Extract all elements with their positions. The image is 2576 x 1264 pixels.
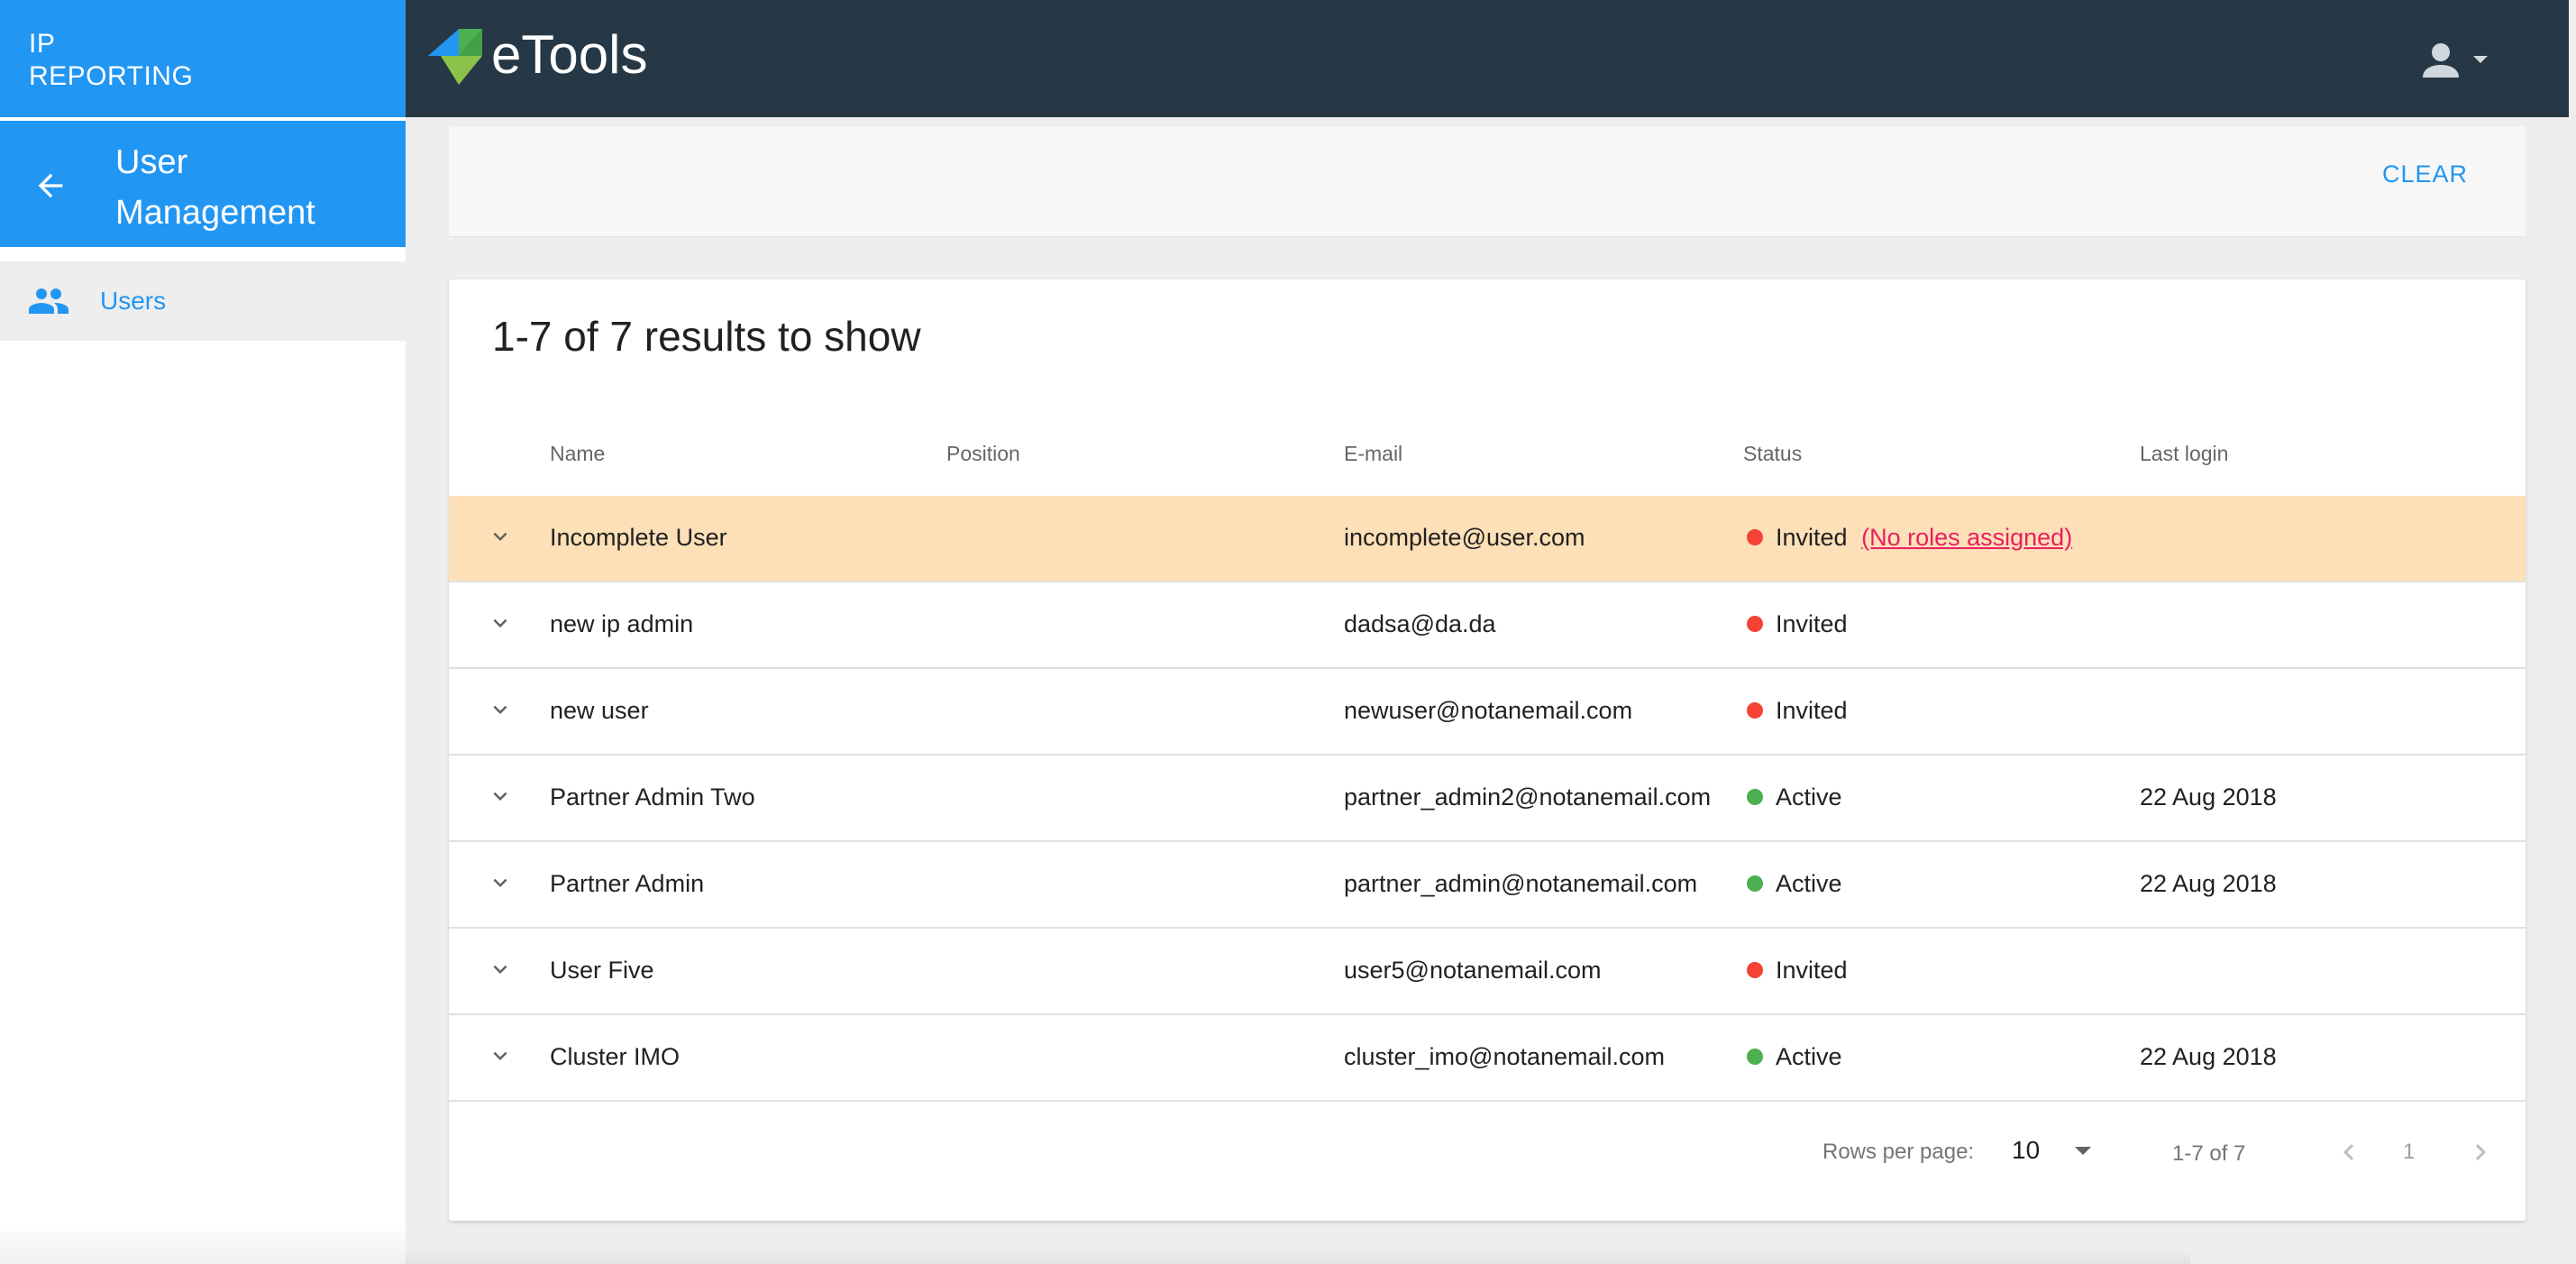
table-header: Name Position E-mail Status Last login xyxy=(449,415,2526,498)
rows-per-page-select[interactable]: 10 xyxy=(2012,1129,2102,1174)
table-row[interactable]: Incomplete User incomplete@user.com Invi… xyxy=(449,496,2526,582)
expand-chevron-icon[interactable] xyxy=(487,523,514,550)
status-dot xyxy=(1747,961,1763,978)
status-dot xyxy=(1747,1048,1763,1065)
pagination-bar: Rows per page: 10 1-7 of 7 1 xyxy=(449,1102,2526,1221)
status-cell: Invited xyxy=(1747,697,1848,725)
page-range: 1-7 of 7 xyxy=(2172,1141,2246,1166)
caret-down-icon xyxy=(2473,56,2488,63)
app-logo-text: eTools xyxy=(491,24,648,85)
next-page-button[interactable] xyxy=(2464,1134,2497,1170)
user-email: partner_admin@notanemail.com xyxy=(1344,870,1698,897)
status-dot xyxy=(1747,528,1763,545)
previous-page-button[interactable] xyxy=(2333,1134,2365,1170)
user-email: partner_admin2@notanemail.com xyxy=(1344,783,1712,811)
column-header-email[interactable]: E-mail xyxy=(1344,442,1402,466)
account-icon xyxy=(2423,43,2459,78)
user-name: new ip admin xyxy=(550,610,694,637)
status-cell: Active xyxy=(1747,870,1842,898)
status-dot xyxy=(1747,788,1763,805)
app-brand: IP REPORTING xyxy=(0,0,406,117)
rows-per-page-value: 10 xyxy=(2012,1136,2041,1164)
table-row[interactable]: Partner Admin Two partner_admin2@notanem… xyxy=(449,756,2526,842)
user-name: Incomplete User xyxy=(550,524,727,551)
expand-chevron-icon[interactable] xyxy=(487,1042,514,1069)
users-table-card: 1-7 of 7 results to show Name Position E… xyxy=(449,279,2526,1221)
sidebar-footer-shade xyxy=(0,1222,406,1264)
user-email: user5@notanemail.com xyxy=(1344,957,1602,984)
user-name: new user xyxy=(550,697,649,724)
clear-filters-button[interactable]: CLEAR xyxy=(2382,160,2468,188)
status-cell: Invited xyxy=(1747,957,1848,985)
sidebar: IP REPORTING User Management Users xyxy=(0,0,406,1264)
etools-logo-icon xyxy=(428,29,486,85)
user-email: dadsa@da.da xyxy=(1344,610,1496,637)
status-text: Invited xyxy=(1776,957,1848,984)
table-row[interactable]: Cluster IMO cluster_imo@notanemail.com A… xyxy=(449,1015,2526,1102)
section-title: User Management xyxy=(115,143,315,232)
section-header: User Management xyxy=(0,121,406,247)
status-text: Invited xyxy=(1776,524,1848,551)
sidebar-item-label: Users xyxy=(100,287,167,315)
chevron-left-icon xyxy=(2343,1144,2354,1160)
people-icon xyxy=(27,283,70,319)
status-text: Invited xyxy=(1776,697,1848,724)
column-header-position[interactable]: Position xyxy=(946,442,1020,466)
user-name: User Five xyxy=(550,957,654,984)
table-row[interactable]: new ip admin dadsa@da.da Invited xyxy=(449,582,2526,669)
last-login: 22 Aug 2018 xyxy=(2140,870,2277,897)
caret-down-icon xyxy=(2075,1147,2091,1155)
expand-chevron-icon[interactable] xyxy=(487,956,514,983)
brand-line-2: REPORTING xyxy=(29,61,194,91)
last-login: 22 Aug 2018 xyxy=(2140,1043,2277,1070)
status-cell: Invited xyxy=(1747,610,1848,638)
status-text: Invited xyxy=(1776,610,1848,637)
status-cell: Active xyxy=(1747,1043,1842,1071)
top-app-bar xyxy=(406,0,2569,117)
expand-chevron-icon[interactable] xyxy=(487,609,514,637)
column-header-name[interactable]: Name xyxy=(550,442,605,466)
column-header-status[interactable]: Status xyxy=(1743,442,1802,466)
user-email: newuser@notanemail.com xyxy=(1344,697,1633,724)
user-name: Partner Admin Two xyxy=(550,783,755,811)
bottom-shade xyxy=(406,1249,2190,1264)
last-login: 22 Aug 2018 xyxy=(2140,783,2277,811)
status-dot xyxy=(1747,615,1763,632)
expand-chevron-icon[interactable] xyxy=(487,869,514,896)
back-arrow-icon[interactable] xyxy=(32,168,69,204)
status-cell: Invited (No roles assigned) xyxy=(1747,524,2072,552)
table-row[interactable]: User Five user5@notanemail.com Invited xyxy=(449,929,2526,1015)
status-text: Active xyxy=(1776,1043,1842,1070)
table-row[interactable]: new user newuser@notanemail.com Invited xyxy=(449,669,2526,756)
status-dot xyxy=(1747,875,1763,892)
status-cell: Active xyxy=(1747,783,1842,811)
chevron-right-icon xyxy=(2475,1144,2486,1160)
current-page[interactable]: 1 xyxy=(2403,1140,2415,1165)
no-roles-link[interactable]: (No roles assigned) xyxy=(1861,524,2072,551)
column-header-last-login[interactable]: Last login xyxy=(2140,442,2228,466)
sidebar-item-users[interactable]: Users xyxy=(0,261,406,341)
rows-per-page-label: Rows per page: xyxy=(1822,1140,1975,1164)
user-name: Partner Admin xyxy=(550,870,705,897)
user-name: Cluster IMO xyxy=(550,1043,681,1070)
user-email: incomplete@user.com xyxy=(1344,524,1585,551)
account-menu-button[interactable] xyxy=(2421,40,2493,79)
table-row[interactable]: Partner Admin partner_admin@notanemail.c… xyxy=(449,842,2526,929)
status-text: Active xyxy=(1776,783,1842,811)
user-email: cluster_imo@notanemail.com xyxy=(1344,1043,1666,1070)
status-text: Active xyxy=(1776,870,1842,897)
results-title: 1-7 of 7 results to show xyxy=(492,313,921,360)
expand-chevron-icon[interactable] xyxy=(487,783,514,810)
filters-panel: CLEAR xyxy=(449,126,2526,236)
expand-chevron-icon[interactable] xyxy=(487,696,514,723)
status-dot xyxy=(1747,701,1763,719)
brand-line-1: IP xyxy=(29,29,56,59)
